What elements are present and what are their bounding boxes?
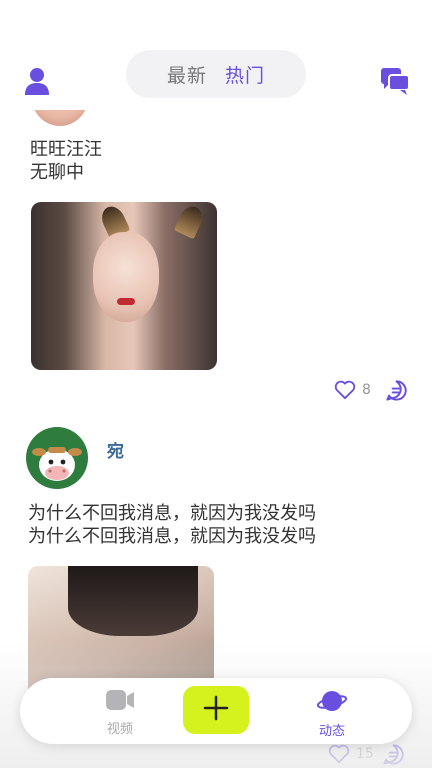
horn-sticker [173, 202, 207, 240]
nav-video[interactable]: 视频 [90, 688, 150, 737]
like-button[interactable]: 8 [334, 380, 371, 400]
tab-hot[interactable]: 热门 [225, 61, 265, 88]
bottom-nav: 视频 动态 [20, 678, 412, 744]
hair [68, 566, 198, 636]
top-bar: 最新 热门 [0, 0, 432, 110]
nav-dynamic-label: 动态 [318, 724, 345, 739]
post-text: 旺旺汪汪 无聊中 [30, 139, 102, 183]
nav-dynamic[interactable]: 动态 [302, 688, 362, 739]
video-icon [105, 690, 135, 716]
nav-video-label: 视频 [106, 722, 133, 737]
planet-icon [316, 691, 348, 718]
add-post-button[interactable] [183, 686, 249, 734]
lips [117, 298, 135, 305]
plus-icon [203, 695, 229, 725]
heart-icon [334, 380, 356, 400]
chat-icon[interactable] [380, 66, 410, 96]
tab-latest[interactable]: 最新 [167, 61, 207, 88]
comment-icon[interactable] [385, 379, 408, 402]
like-count: 8 [362, 382, 371, 398]
feed-tabs: 最新 热门 [126, 50, 306, 98]
username[interactable]: 宛 [107, 437, 124, 462]
user-icon[interactable] [24, 66, 50, 96]
face [93, 232, 159, 322]
post-text: 为什么不回我消息，就因为我没发吗 为什么不回我消息，就因为我没发吗 [28, 503, 316, 547]
avatar[interactable] [26, 427, 88, 489]
post-image[interactable] [31, 202, 217, 370]
